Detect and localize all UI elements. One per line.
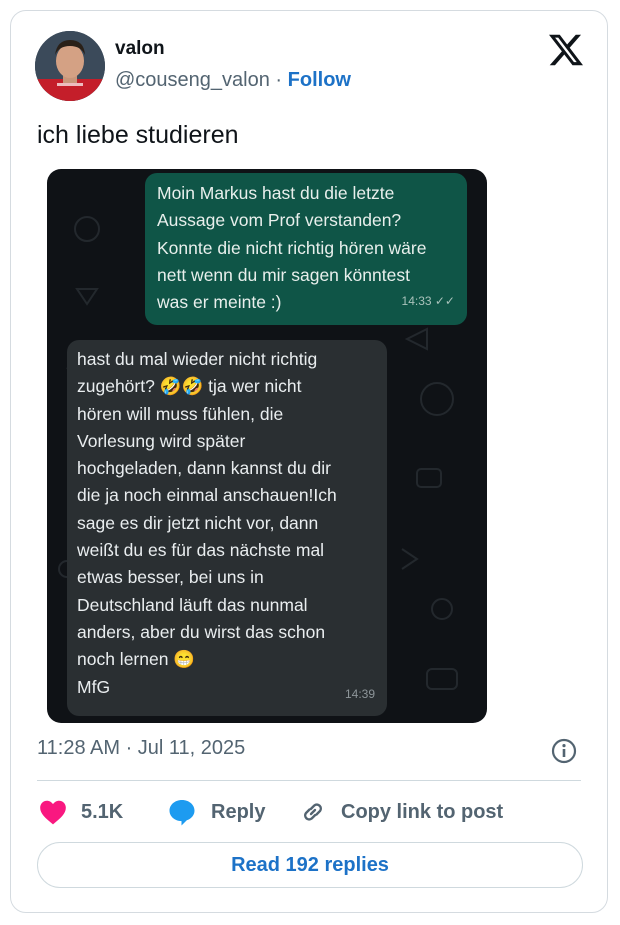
message-line: MfG xyxy=(77,676,111,697)
tweet-card: valon @couseng_valon · Follow ich liebe … xyxy=(10,10,608,913)
follow-button[interactable]: Follow xyxy=(288,69,351,91)
message-line: noch lernen 😁 xyxy=(77,649,196,670)
message-line: anders, aber du wirst das schon xyxy=(77,621,326,642)
link-icon xyxy=(304,803,322,821)
chat-screenshot[interactable]: Moin Markus hast du die letzte Aussage v… xyxy=(47,169,487,723)
avatar[interactable] xyxy=(35,31,105,101)
like-count: 5.1K xyxy=(81,800,124,823)
heart-icon xyxy=(40,800,66,825)
divider xyxy=(37,780,581,781)
copy-link-label: Copy link to post xyxy=(341,800,504,823)
outgoing-message-time: 14:33 ✓✓ xyxy=(401,293,455,308)
message-line: Moin Markus hast du die letzte xyxy=(157,183,395,203)
message-line: Aussage vom Prof verstanden? xyxy=(157,210,402,231)
x-logo-icon[interactable] xyxy=(549,33,583,67)
message-line: hochgeladen, dann kannst du dir xyxy=(77,458,331,479)
info-icon[interactable] xyxy=(551,738,577,764)
message-line: Vorlesung wird später xyxy=(77,430,246,451)
reply-label: Reply xyxy=(211,800,266,823)
message-line: weißt du es für das nächste mal xyxy=(77,540,325,561)
message-line: Deutschland läuft das nunmal xyxy=(77,594,308,615)
incoming-message: hast du mal wieder nicht richtig zugehör… xyxy=(67,340,387,716)
author-handle-row: @couseng_valon · Follow xyxy=(115,69,351,92)
message-line: sage es dir jetzt nicht vor, dann xyxy=(77,512,319,533)
tweet-text: ich liebe studieren xyxy=(37,121,239,149)
message-line: hören will muss fühlen, die xyxy=(77,403,284,424)
read-replies-button[interactable]: Read 192 replies xyxy=(37,842,583,888)
author-handle[interactable]: @couseng_valon xyxy=(115,69,270,91)
reply-button[interactable]: Reply xyxy=(167,796,265,828)
reply-bubble-icon xyxy=(169,800,195,826)
message-line: etwas besser, bei uns in xyxy=(77,567,264,588)
message-line: die ja noch einmal anschauen!Ich xyxy=(77,485,337,506)
author-name[interactable]: valon xyxy=(115,38,165,60)
message-line: Konnte die nicht richtig hören wäre xyxy=(157,237,427,258)
separator-dot: · xyxy=(275,69,283,91)
message-line: hast du mal wieder nicht richtig xyxy=(77,349,318,369)
message-line: nett wenn du mir sagen könntest xyxy=(157,264,410,285)
outgoing-message: Moin Markus hast du die letzte Aussage v… xyxy=(145,173,467,325)
like-button[interactable]: 5.1K xyxy=(39,796,123,828)
copy-link-button[interactable]: Copy link to post xyxy=(299,796,503,828)
avatar-image xyxy=(35,31,105,101)
tweet-timestamp[interactable]: 11:28 AM · Jul 11, 2025 xyxy=(37,737,245,760)
incoming-message-time: 14:39 xyxy=(344,686,375,701)
message-line: zugehört? 🤣🤣 tja wer nicht xyxy=(77,376,302,397)
